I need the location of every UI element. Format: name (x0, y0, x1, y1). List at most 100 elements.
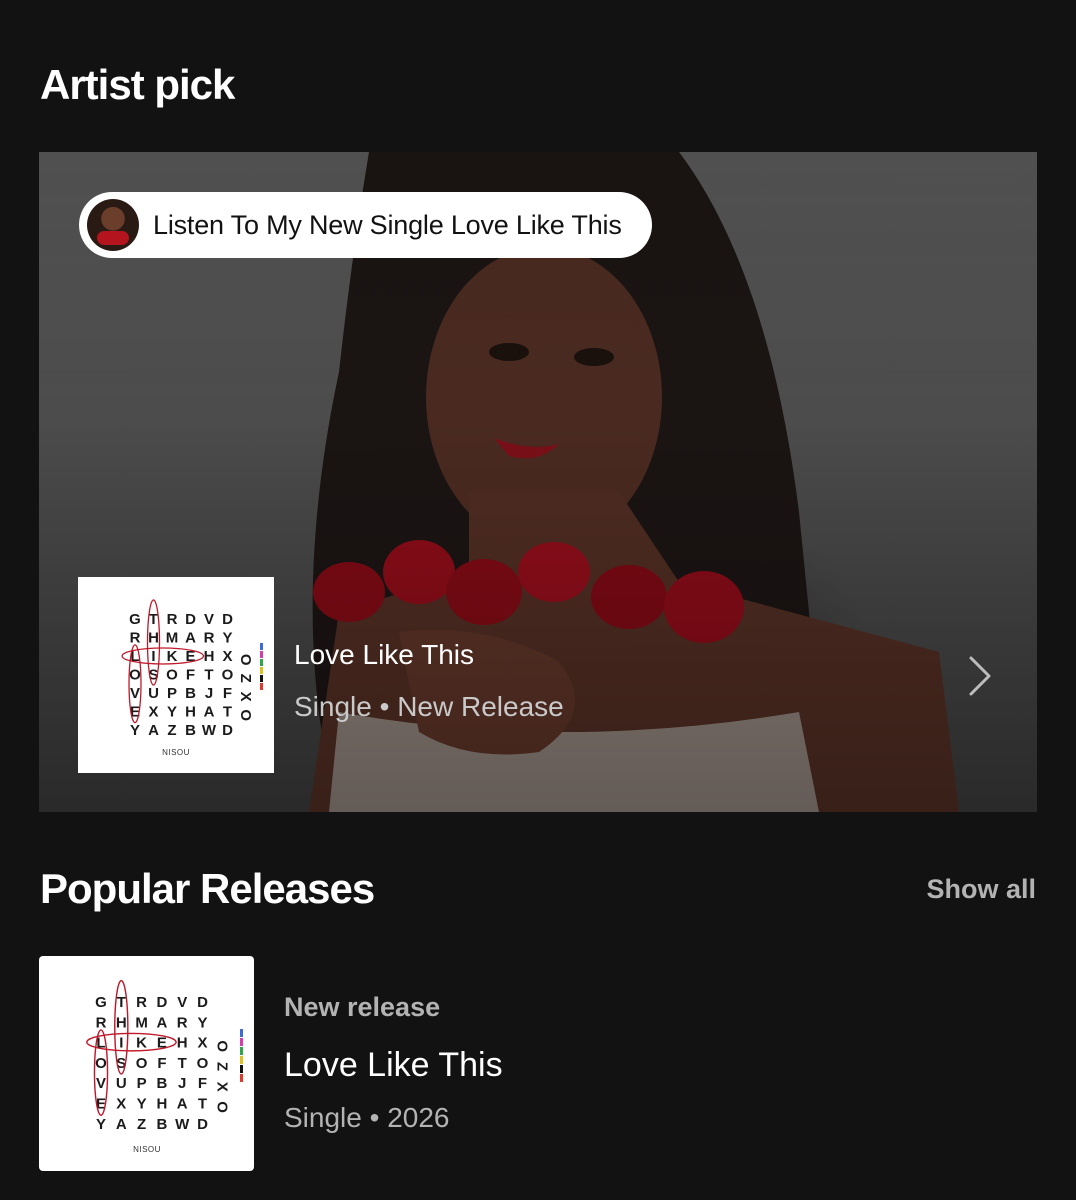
cover-artist-text: NISOU (162, 748, 190, 757)
grid-letter: O (197, 1055, 209, 1072)
grid-letter: M (135, 1014, 148, 1031)
release-badge: New release (284, 992, 441, 1022)
artist-pick-card[interactable]: Listen To My New Single Love Like This G… (39, 152, 1037, 812)
artist-avatar (87, 199, 139, 251)
release-cover-art: GTRDVDRHMARYLIKEHXOSOFTOVUPBJFEXYHATYAZB… (78, 577, 274, 773)
grid-letter: Y (167, 704, 177, 721)
grid-letter: T (223, 704, 232, 721)
cover-artist-text: NISOU (133, 1145, 161, 1154)
grid-letter: H (177, 1035, 188, 1052)
artist-pick-comment[interactable]: Listen To My New Single Love Like This (79, 192, 652, 258)
artist-pick-release-info: Love Like This Single • New Release (294, 638, 564, 724)
grid-letter: T (204, 667, 213, 684)
grid-letter: T (178, 1055, 187, 1072)
grid-letter: K (136, 1035, 147, 1052)
grid-letter: I (119, 1035, 123, 1052)
grid-letter: T (198, 1096, 207, 1113)
letter-grid: G T R D V DR H M A R YL I K E H XO S O F T OV U P B J FE X Y H A TY A Z B… (121, 599, 254, 739)
popular-releases-heading: Popular Releases (40, 865, 375, 912)
grid-letter: P (137, 1075, 147, 1092)
grid-side-letter: O (213, 1101, 230, 1113)
grid-letter: G (95, 994, 107, 1011)
cover-art-grid: G T R D V DR H M A R YL I K E H XO S O F T OV U P B J FE X Y H A TY A Z B… (121, 599, 263, 757)
grid-letter: R (204, 630, 215, 647)
grid-letter: B (185, 685, 196, 702)
grid-letter: Z (137, 1116, 146, 1133)
grid-letter: R (177, 1014, 188, 1031)
grid-letter: Y (96, 1116, 106, 1133)
grid-letter: H (156, 1096, 167, 1113)
grid-letter: D (197, 1116, 208, 1133)
grid-side-letter: O (237, 654, 254, 666)
grid-letter: J (178, 1075, 186, 1092)
grid-letter: O (129, 667, 141, 684)
grid-letter: M (166, 630, 179, 647)
artist-pick-release-title[interactable]: Love Like This (294, 638, 564, 672)
grid-letter: A (116, 1116, 127, 1133)
grid-letter: A (204, 704, 215, 721)
grid-letter: O (222, 667, 234, 684)
grid-letter: V (96, 1075, 106, 1092)
grid-letter: R (136, 994, 147, 1011)
grid-side-letter: O (237, 709, 254, 721)
release-cover-art: GTRDVDRHMARYLIKEHXOSOFTOVUPBJFEXYHATYAZB… (39, 956, 254, 1171)
artist-pick-heading: Artist pick (40, 61, 235, 108)
grid-letter: F (198, 1075, 207, 1092)
grid-letter: T (149, 611, 158, 628)
grid-side-letter: X (213, 1082, 230, 1092)
grid-letter: H (185, 704, 196, 721)
grid-letter: W (202, 722, 217, 739)
grid-letter: A (148, 722, 159, 739)
release-meta: Single • 2026 (284, 1102, 450, 1133)
grid-side-letter: Z (213, 1062, 230, 1071)
grid-letter: R (96, 1014, 107, 1031)
cover-art-grid: G T R D V DR H M A R YL I K E H XO S O F T OV U P B J FE X Y H A TY A Z B… (86, 979, 243, 1154)
grid-letter: F (223, 685, 232, 702)
grid-letter: B (156, 1116, 167, 1133)
grid-letter: O (136, 1055, 148, 1072)
letter-grid: G T R D V DR H M A R YL I K E H XO S O F T OV U P B J FE X Y H A TY A Z B… (86, 979, 230, 1133)
grid-letter: D (222, 611, 233, 628)
grid-letter: A (185, 630, 196, 647)
grid-side-letter: O (213, 1040, 230, 1052)
grid-letter: U (148, 685, 159, 702)
release-row[interactable]: GTRDVDRHMARYLIKEHXOSOFTOVUPBJFEXYHATYAZB… (39, 956, 1037, 1172)
artist-pick-comment-text: Listen To My New Single Love Like This (153, 209, 622, 240)
grid-letter: H (116, 1014, 127, 1031)
show-all-button[interactable]: Show all (926, 874, 1036, 905)
grid-letter: Y (137, 1096, 147, 1113)
color-bar (260, 643, 263, 690)
grid-letter: J (205, 685, 213, 702)
grid-letter: X (148, 704, 158, 721)
grid-letter: Y (222, 630, 232, 647)
chevron-right-icon[interactable] (961, 652, 997, 700)
grid-letter: V (130, 685, 140, 702)
grid-letter: T (117, 994, 126, 1011)
grid-letter: Z (167, 722, 176, 739)
grid-letter: F (186, 667, 195, 684)
grid-letter: U (116, 1075, 127, 1092)
grid-letter: W (175, 1116, 190, 1133)
grid-letter: X (197, 1035, 207, 1052)
grid-side-letter: X (237, 692, 254, 702)
grid-letter: H (204, 648, 215, 665)
grid-letter: B (156, 1075, 167, 1092)
grid-letter: O (95, 1055, 107, 1072)
grid-letter: I (151, 648, 155, 665)
grid-letter: P (167, 685, 177, 702)
grid-letter: D (197, 994, 208, 1011)
grid-letter: F (157, 1055, 166, 1072)
grid-letter: A (177, 1096, 188, 1113)
grid-letter: A (156, 1014, 167, 1031)
grid-letter: Y (197, 1014, 207, 1031)
grid-letter: V (177, 994, 187, 1011)
grid-letter: D (156, 994, 167, 1011)
grid-letter: X (222, 648, 232, 665)
grid-letter: V (204, 611, 214, 628)
grid-letter: B (185, 722, 196, 739)
grid-side-letter: Z (237, 674, 254, 683)
grid-letter: K (167, 648, 178, 665)
grid-letter: R (167, 611, 178, 628)
release-title[interactable]: Love Like This (284, 1046, 503, 1085)
grid-letter: O (166, 667, 178, 684)
